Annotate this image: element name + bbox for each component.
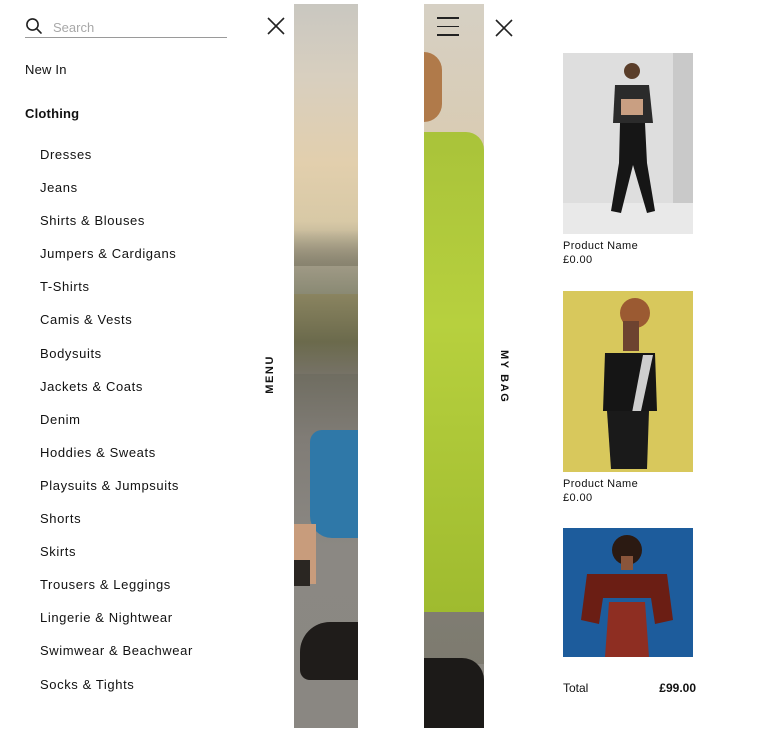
search-bar[interactable] — [25, 14, 227, 38]
bag-product[interactable]: Product Name £0.00 — [563, 291, 693, 504]
product-name: Product Name — [563, 240, 639, 252]
hamburger-icon — [437, 17, 459, 36]
subcategory-item[interactable]: Lingerie & Nightwear — [40, 611, 193, 644]
total-value: £99.00 — [659, 681, 696, 695]
product-image[interactable] — [563, 528, 693, 657]
subcategory-item[interactable]: Skirts — [40, 545, 193, 578]
photo-boot — [294, 560, 310, 586]
close-icon — [267, 17, 285, 35]
search-input[interactable] — [53, 16, 213, 35]
subcategory-item[interactable]: Hoddies & Sweats — [40, 445, 193, 479]
hamburger-menu-button[interactable] — [437, 17, 459, 37]
subcategory-item[interactable]: Swimwear & Beachwear — [40, 644, 193, 677]
subcategory-item[interactable]: Camis & Vests — [40, 313, 193, 346]
subcategory-item[interactable]: Socks & Tights — [40, 677, 193, 711]
photo-blue-garment — [310, 430, 358, 538]
subcategory-item[interactable]: Jeans — [40, 181, 193, 214]
total-label: Total — [563, 681, 589, 695]
bag-total-row: Total £99.00 — [563, 681, 696, 695]
bag-background-photo — [424, 4, 484, 728]
subcategory-item[interactable]: Shirts & Blouses — [40, 214, 193, 247]
product-name: Product Name — [563, 478, 639, 490]
menu-close-button[interactable] — [266, 16, 286, 36]
photo-boot — [424, 658, 484, 728]
bag-product[interactable]: Product Name £0.00 — [563, 53, 693, 266]
clothing-subcategory-list: Dresses Jeans Shirts & Blouses Jumpers &… — [40, 147, 193, 711]
photo-hair — [424, 52, 442, 122]
nav-clothing[interactable]: Clothing — [25, 106, 79, 121]
photo-boot — [300, 622, 358, 680]
nav-new-in[interactable]: New In — [25, 62, 67, 77]
subcategory-item[interactable]: Bodysuits — [40, 346, 193, 380]
subcategory-item[interactable]: Jumpers & Cardigans — [40, 247, 193, 280]
subcategory-item[interactable]: Dresses — [40, 147, 193, 181]
bag-product[interactable] — [563, 528, 693, 657]
menu-side-label: MENU — [264, 355, 276, 394]
product-image[interactable] — [563, 291, 693, 472]
close-icon — [495, 19, 513, 37]
subcategory-item[interactable]: Denim — [40, 412, 193, 446]
product-price: £0.00 — [563, 492, 593, 504]
photo-trees — [294, 294, 358, 374]
subcategory-item[interactable]: Trousers & Leggings — [40, 578, 193, 611]
product-price: £0.00 — [563, 254, 593, 266]
subcategory-item[interactable]: Playsuits & Jumpsuits — [40, 478, 193, 512]
menu-background-photo — [294, 4, 358, 728]
search-icon[interactable] — [25, 17, 43, 35]
subcategory-item[interactable]: Shorts — [40, 512, 193, 545]
subcategory-item[interactable]: Jackets & Coats — [40, 379, 193, 413]
product-image[interactable] — [563, 53, 693, 234]
subcategory-item[interactable]: T-Shirts — [40, 280, 193, 313]
photo-city — [294, 230, 358, 266]
photo-green-dress — [424, 132, 484, 612]
bag-side-label: MY BAG — [498, 350, 510, 404]
bag-close-button[interactable] — [494, 18, 514, 38]
